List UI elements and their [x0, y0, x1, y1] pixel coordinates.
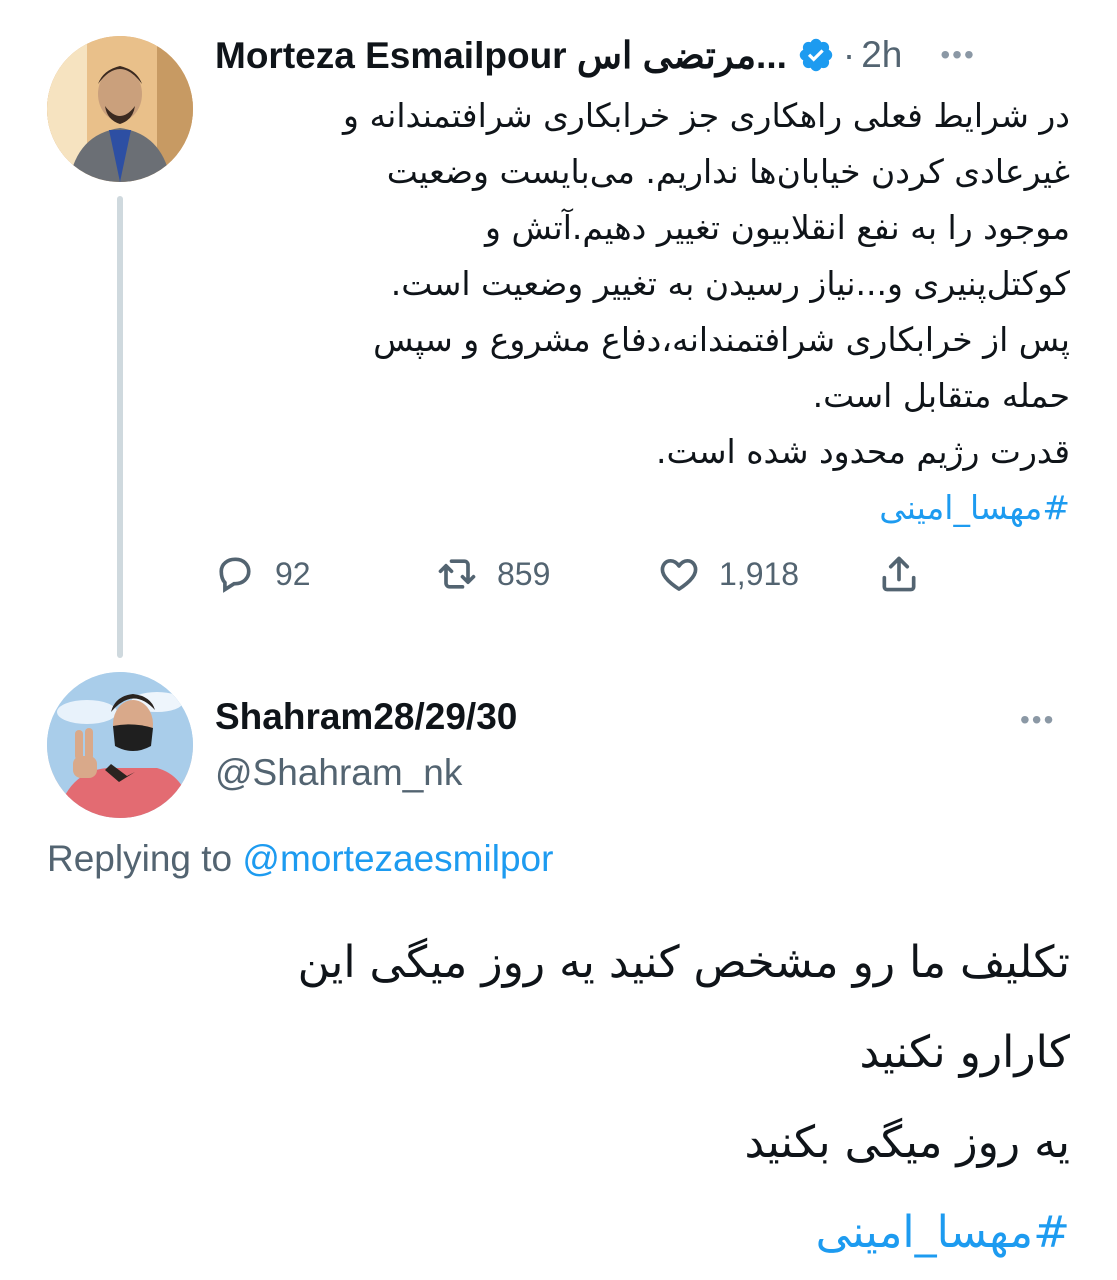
share-button[interactable] [877, 548, 921, 600]
reply-author-handle[interactable]: @Shahram_nk [215, 752, 462, 794]
reply-text-line: یه روز میگی بکنید [744, 1117, 1070, 1168]
hashtag-link[interactable]: #مهسا_امینی [230, 480, 1070, 536]
replying-to: Replying to @mortezaesmilpor [47, 838, 553, 880]
tweet-text-line: قدرت رژیم محدود شده است. [656, 432, 1070, 471]
reply-author-avatar[interactable] [47, 672, 193, 818]
tweet-time[interactable]: 2h [861, 34, 902, 76]
reply-button[interactable]: 92 [213, 548, 311, 600]
reply-more-options-icon[interactable]: ••• [1020, 704, 1055, 736]
verified-badge-icon [797, 36, 835, 74]
more-options-icon[interactable]: ••• [940, 39, 975, 71]
tweet-header: Morteza Esmailpour مرتضی اس... · 2h ••• [215, 26, 1070, 84]
tweet-text-line: غیرعادی کردن خیابان‌ها نداریم. می‌بایست … [386, 152, 1070, 191]
reply-text-line: کارارو نکنید [859, 1027, 1070, 1078]
tweet-text-line: پس از خرابکاری شرافتمندانه،دفاع مشروع و … [373, 320, 1070, 359]
replying-to-label: Replying to [47, 838, 233, 879]
reply-author-name[interactable]: Shahram28/29/30 [215, 696, 517, 738]
separator-dot: · [842, 34, 856, 75]
heart-icon [660, 558, 698, 591]
reply-hashtag-link[interactable]: #مهسا_امینی [90, 1188, 1070, 1278]
like-button[interactable]: 1,918 [657, 548, 799, 600]
reply-count: 92 [275, 555, 311, 592]
tweet-text-line: کوکتل‌پنیری و...نیاز رسیدن به تغییر وضعی… [390, 264, 1070, 303]
reply-body: تکلیف ما رو مشخص کنید یه روز میگی این کا… [90, 918, 1070, 1278]
retweet-count: 859 [497, 555, 551, 592]
author-name[interactable]: Morteza Esmailpour مرتضی اس... [215, 34, 787, 77]
author-avatar[interactable] [47, 36, 193, 182]
reply-text-line: تکلیف ما رو مشخص کنید یه روز میگی این [297, 937, 1070, 988]
like-count: 1,918 [719, 555, 800, 592]
retweet-icon [438, 559, 476, 589]
tweet-body: در شرایط فعلی راهکاری جز خرابکاری شرافتم… [230, 88, 1070, 536]
tweet-text-line: در شرایط فعلی راهکاری جز خرابکاری شرافتم… [343, 96, 1070, 135]
tweet-text-line: حمله متقابل است. [812, 376, 1070, 415]
tweet-text-line: موجود را به نفع انقلابیون تغییر دهیم.آتش… [485, 208, 1070, 247]
retweet-button[interactable]: 859 [435, 548, 550, 600]
share-icon [882, 556, 916, 592]
speech-bubble-icon [219, 557, 251, 593]
replying-to-mention[interactable]: @mortezaesmilpor [242, 838, 553, 879]
thread-line [117, 196, 123, 658]
tweet-actions: 92 859 1,918 [213, 548, 933, 600]
